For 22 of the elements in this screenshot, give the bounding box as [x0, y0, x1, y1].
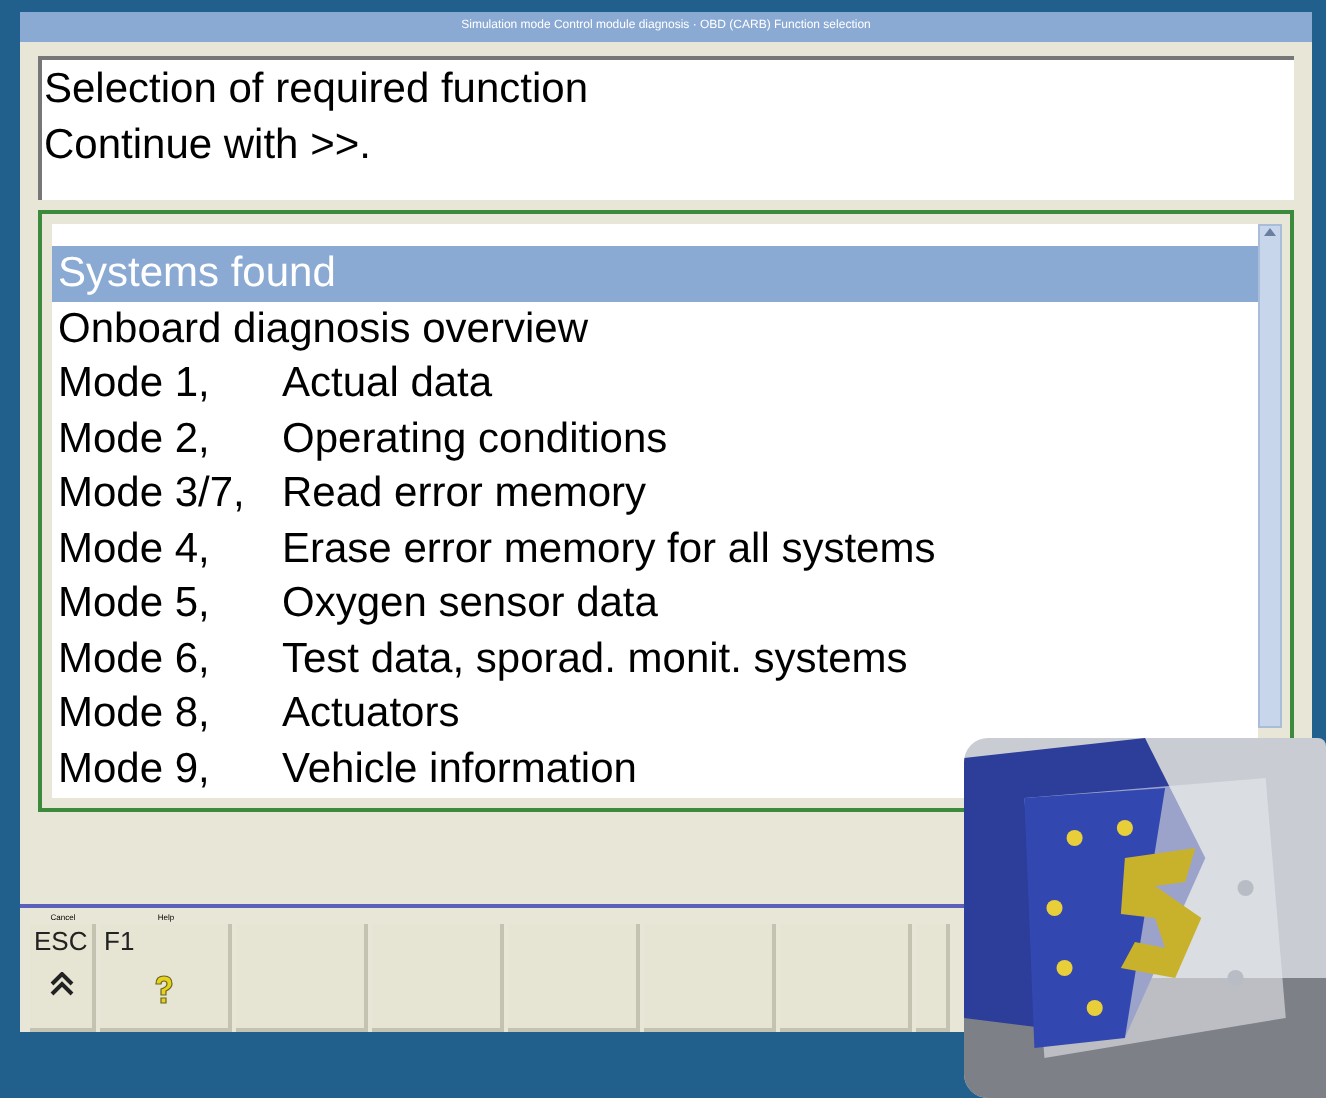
function-key[interactable] — [508, 924, 640, 1032]
function-item[interactable]: Mode 4, Erase error memory for all systems — [52, 521, 942, 576]
function-key[interactable] — [916, 924, 950, 1032]
double-chevron-up-icon — [49, 972, 73, 996]
function-item[interactable]: Mode 8, Actuators — [52, 686, 466, 741]
scrollbar[interactable] — [1258, 224, 1282, 728]
function-item[interactable]: Mode 9, Vehicle information — [52, 741, 643, 796]
function-item[interactable]: Mode 1, Actual data — [52, 356, 499, 411]
function-key[interactable]: F1 — [100, 924, 232, 1032]
function-key[interactable] — [372, 924, 504, 1032]
function-key[interactable]: ESC — [30, 924, 96, 1032]
function-item[interactable]: Mode 5, Oxygen sensor data — [52, 576, 664, 631]
function-item[interactable]: Mode 2, Operating conditions — [52, 411, 674, 466]
message-line: Continue with >>. — [44, 120, 373, 172]
scroll-up-icon[interactable] — [1262, 226, 1278, 238]
message-line: Selection of required function — [44, 64, 591, 116]
function-item[interactable]: Mode 6, Test data, sporad. monit. systems — [52, 631, 914, 686]
function-item[interactable]: Mode 3/7, Read error memory — [52, 466, 653, 521]
function-key[interactable] — [644, 924, 776, 1032]
function-item[interactable]: Onboard diagnosis overview — [52, 301, 594, 356]
function-key[interactable] — [780, 924, 912, 1032]
function-key[interactable] — [236, 924, 368, 1032]
